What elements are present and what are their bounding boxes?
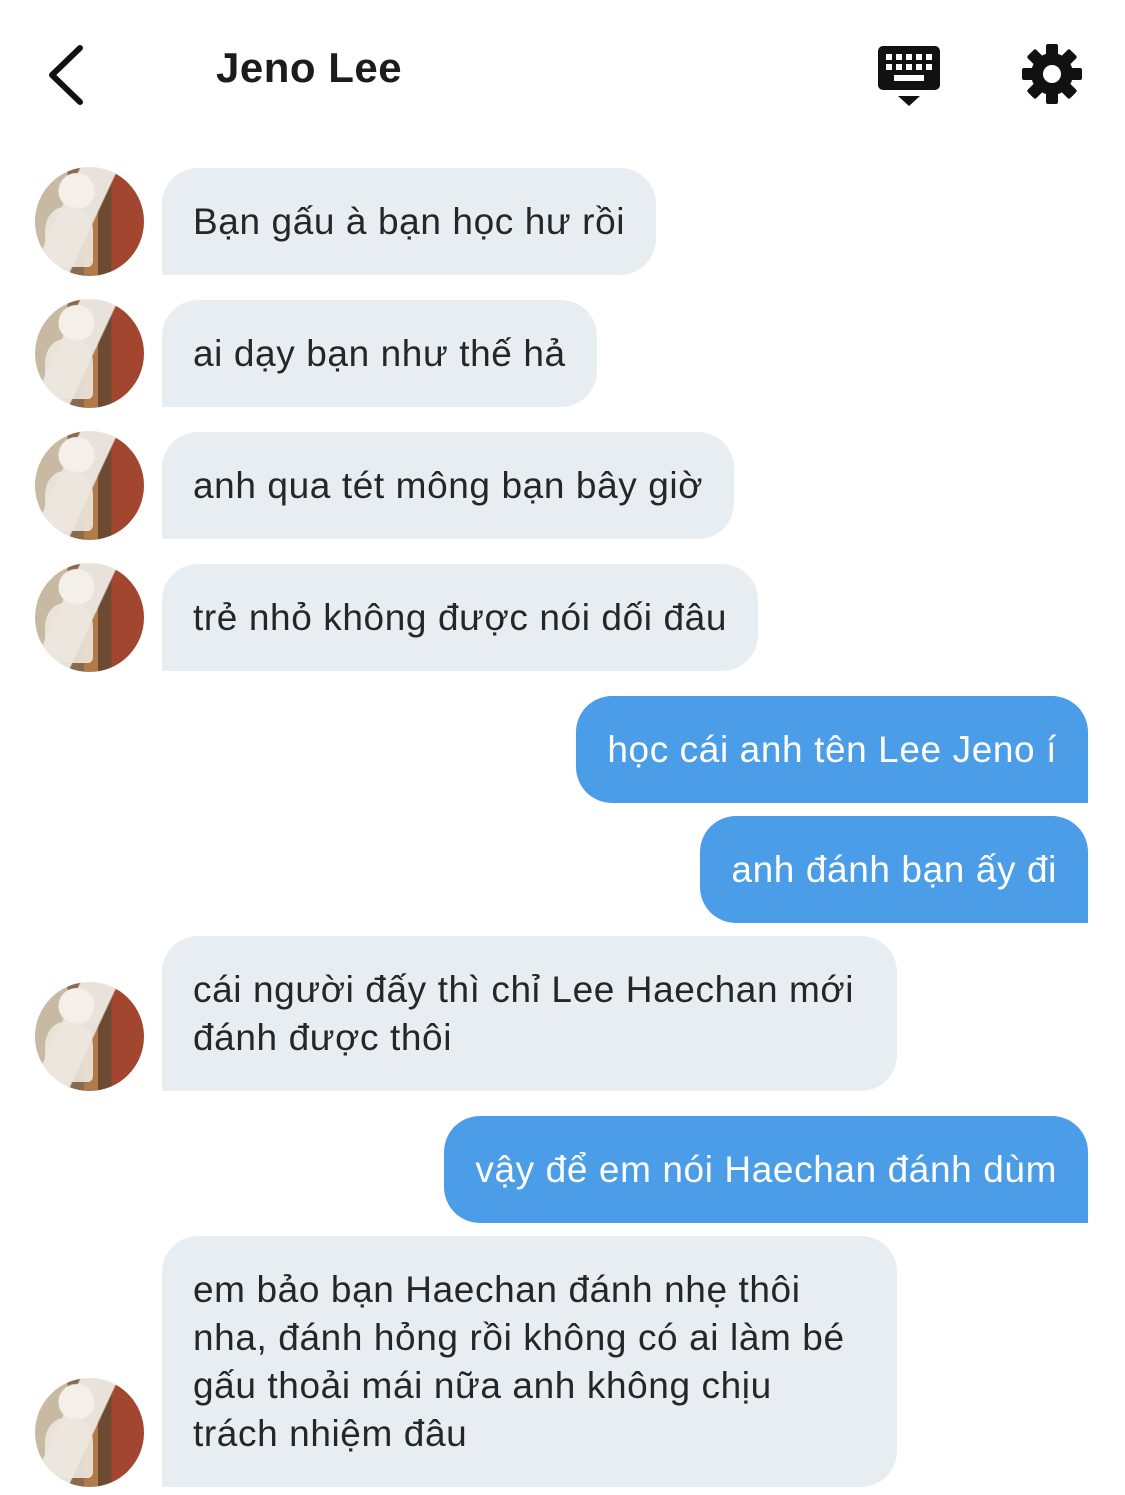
back-button[interactable] [40, 40, 100, 110]
avatar[interactable] [35, 982, 144, 1091]
keyboard-toggle-button[interactable] [876, 42, 942, 110]
page-title: Jeno Lee [216, 44, 403, 91]
message-bubble-outgoing[interactable]: anh đánh bạn ấy đi [700, 816, 1088, 923]
avatar[interactable] [35, 1378, 144, 1487]
message-bubble-incoming[interactable]: trẻ nhỏ không được nói dối đâu [162, 564, 758, 671]
avatar[interactable] [35, 431, 144, 540]
message-bubble-incoming[interactable]: anh qua tét mông bạn bây giờ [162, 432, 735, 539]
chevron-left-icon [49, 45, 83, 105]
avatar[interactable] [35, 563, 144, 672]
message-bubble-outgoing[interactable]: học cái anh tên Lee Jeno í [576, 696, 1088, 803]
settings-button[interactable] [1020, 42, 1084, 106]
gear-icon [1022, 44, 1082, 104]
message-bubble-incoming[interactable]: cái người đấy thì chỉ Lee Haechan mới đá… [162, 936, 897, 1091]
avatar[interactable] [35, 167, 144, 276]
keyboard-hide-icon [878, 46, 940, 106]
message-bubble-incoming[interactable]: ai dạy bạn như thế hả [162, 300, 597, 407]
message-bubble-incoming[interactable]: em bảo bạn Haechan đánh nhẹ thôi nha, đá… [162, 1236, 897, 1487]
message-bubble-incoming[interactable]: Bạn gấu à bạn học hư rồi [162, 168, 657, 275]
chat-header: Jeno Lee [0, 0, 1125, 150]
message-bubble-outgoing[interactable]: vậy để em nói Haechan đánh dùm [444, 1116, 1088, 1223]
avatar[interactable] [35, 299, 144, 408]
